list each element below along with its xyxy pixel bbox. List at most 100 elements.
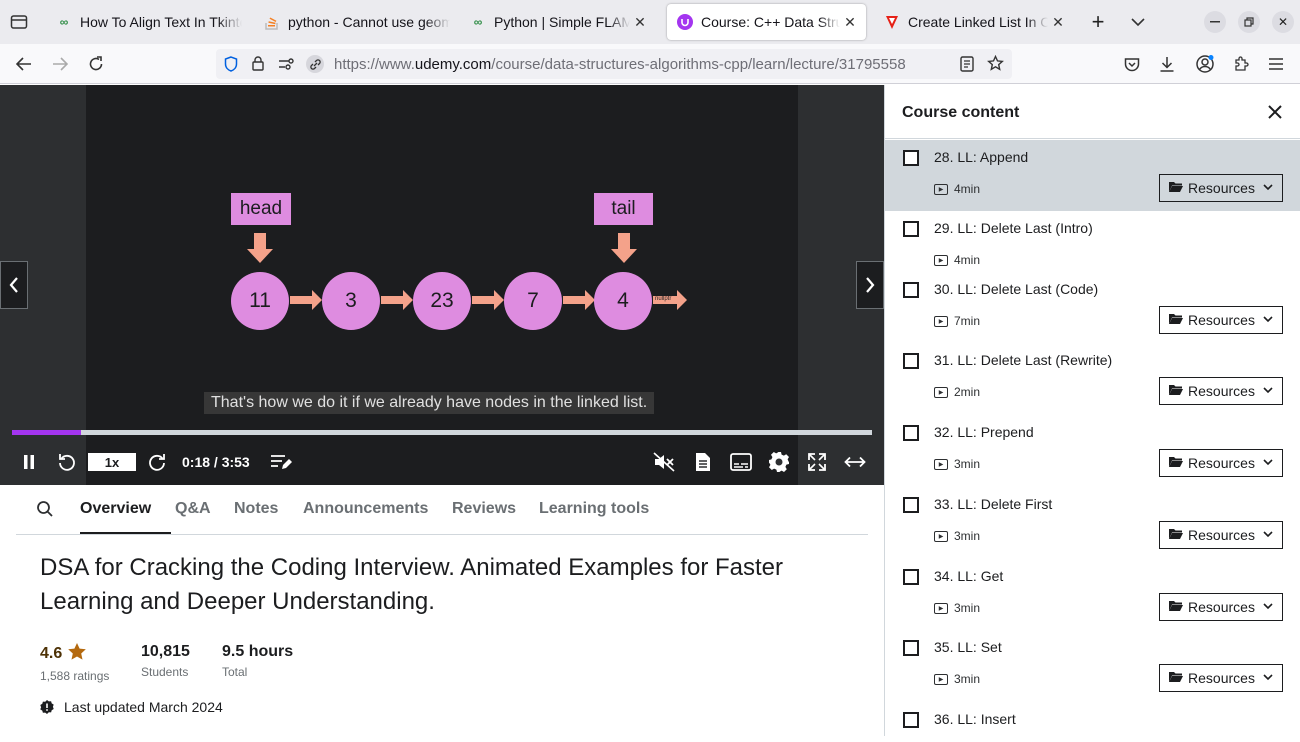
lecture-item[interactable]: 35. LL: Set ▶ 3min Resources — [885, 630, 1300, 702]
add-note-icon[interactable] — [269, 447, 293, 477]
close-tab-icon[interactable]: ✕ — [630, 14, 650, 31]
chevron-down-icon — [1263, 458, 1273, 469]
permissions-icon[interactable] — [278, 57, 294, 76]
resources-dropdown[interactable]: Resources — [1159, 521, 1283, 549]
close-window-icon[interactable]: ✕ — [1272, 11, 1294, 33]
duration-text: 4min — [954, 182, 981, 196]
volume-muted-icon[interactable] — [652, 447, 676, 477]
resources-dropdown[interactable]: Resources — [1159, 593, 1283, 621]
bookmark-star-icon[interactable] — [987, 54, 1004, 77]
lecture-title[interactable]: 31. LL: Delete Last (Rewrite) — [934, 352, 1112, 368]
folder-open-icon — [1169, 313, 1184, 328]
linked-list-node: 3 — [322, 272, 380, 330]
rewind-icon[interactable] — [55, 447, 79, 477]
close-icon[interactable] — [1263, 100, 1287, 124]
lecture-checkbox[interactable] — [903, 569, 919, 585]
menu-icon[interactable] — [1262, 50, 1290, 78]
reload-icon[interactable] — [82, 50, 110, 78]
lecture-title[interactable]: 29. LL: Delete Last (Intro) — [934, 220, 1093, 236]
lecture-checkbox[interactable] — [903, 497, 919, 513]
lecture-checkbox[interactable] — [903, 282, 919, 298]
ratings-count[interactable]: 1,588 ratings — [40, 669, 109, 683]
resources-dropdown[interactable]: Resources — [1159, 306, 1283, 334]
lecture-title[interactable]: 30. LL: Delete Last (Code) — [934, 281, 1098, 297]
next-lecture-button[interactable] — [856, 261, 884, 309]
tab-title: How To Align Text In Tkinter Label — [80, 14, 242, 30]
browser-tab[interactable]: ∞ How To Align Text In Tkinter Label — [46, 4, 242, 40]
pause-icon[interactable] — [18, 447, 40, 477]
download-icon[interactable] — [1153, 50, 1181, 78]
linked-list-node: 11 — [231, 272, 289, 330]
video-player[interactable]: head tail 11 3 23 7 4 nullptr That's how… — [0, 85, 884, 485]
previous-lecture-button[interactable] — [0, 261, 28, 309]
tab-reviews[interactable]: Reviews — [452, 500, 516, 518]
lecture-title[interactable]: 28. LL: Append — [934, 149, 1028, 165]
lecture-checkbox[interactable] — [903, 353, 919, 369]
playback-speed-button[interactable]: 1x — [88, 453, 136, 471]
lecture-title[interactable]: 34. LL: Get — [934, 568, 1003, 584]
lecture-title[interactable]: 32. LL: Prepend — [934, 424, 1034, 440]
forward-icon[interactable] — [46, 50, 74, 78]
resources-dropdown[interactable]: Resources — [1159, 664, 1283, 692]
resources-dropdown[interactable]: Resources — [1159, 377, 1283, 405]
resources-dropdown[interactable]: Resources — [1159, 449, 1283, 477]
shield-icon[interactable] — [224, 56, 238, 77]
tab-qa[interactable]: Q&A — [175, 500, 211, 518]
resources-label: Resources — [1188, 455, 1255, 471]
new-tab-icon[interactable]: + — [1086, 9, 1110, 34]
lecture-checkbox[interactable] — [903, 150, 919, 166]
lock-icon[interactable] — [252, 56, 264, 76]
reader-view-icon[interactable] — [960, 56, 974, 77]
rating-value: 4.6 — [40, 645, 63, 662]
resources-label: Resources — [1188, 312, 1255, 328]
lecture-item[interactable]: 31. LL: Delete Last (Rewrite) ▶ 2min Resour… — [885, 343, 1300, 415]
progress-fill — [12, 430, 81, 435]
resources-dropdown[interactable]: Resources — [1159, 174, 1283, 202]
fullscreen-icon[interactable] — [806, 447, 828, 477]
chevron-down-icon[interactable] — [1127, 11, 1149, 33]
close-tab-icon[interactable]: ✕ — [840, 14, 860, 31]
video-progress-bar[interactable] — [12, 430, 872, 435]
lecture-title[interactable]: 36. LL: Insert — [934, 711, 1016, 727]
transcript-icon[interactable] — [692, 447, 714, 477]
tab-list-icon[interactable] — [8, 12, 30, 32]
lecture-item[interactable]: 33. LL: Delete First ▶ 3min Resources — [885, 487, 1300, 559]
browser-tab[interactable]: python - Cannot use geometry manager — [254, 4, 450, 40]
pocket-icon[interactable] — [1118, 50, 1146, 78]
back-icon[interactable] — [10, 50, 38, 78]
browser-tab[interactable]: Create Linked List In C++ ✕ — [874, 4, 1074, 40]
account-icon[interactable] — [1191, 50, 1219, 78]
url-bar[interactable]: https://www.udemy.com/course/data-struct… — [216, 49, 1012, 79]
lecture-checkbox[interactable] — [903, 425, 919, 441]
lecture-slide: head tail 11 3 23 7 4 nullptr — [86, 85, 798, 485]
close-tab-icon[interactable]: ✕ — [1048, 14, 1068, 31]
search-icon[interactable] — [36, 500, 54, 523]
lecture-item[interactable]: 36. LL: Insert — [885, 702, 1300, 742]
lecture-duration: ▶ 3min — [934, 529, 980, 543]
tab-overview[interactable]: Overview — [80, 500, 151, 518]
tab-learning-tools[interactable]: Learning tools — [539, 500, 649, 518]
tab-announcements[interactable]: Announcements — [303, 500, 428, 518]
extensions-icon[interactable] — [1227, 50, 1255, 78]
forward-icon[interactable] — [145, 447, 169, 477]
settings-gear-icon[interactable] — [767, 447, 791, 477]
lecture-item[interactable]: 29. LL: Delete Last (Intro) ▶ 4min — [885, 211, 1300, 272]
lecture-item[interactable]: 32. LL: Prepend ▶ 3min Resources — [885, 415, 1300, 487]
lecture-checkbox[interactable] — [903, 712, 919, 728]
captions-icon[interactable] — [729, 447, 753, 477]
restore-icon[interactable] — [1238, 11, 1260, 33]
lecture-item[interactable]: 34. LL: Get ▶ 3min Resources — [885, 559, 1300, 630]
lecture-checkbox[interactable] — [903, 221, 919, 237]
resources-label: Resources — [1188, 383, 1255, 399]
lecture-title[interactable]: 33. LL: Delete First — [934, 496, 1052, 512]
lecture-item[interactable]: 30. LL: Delete Last (Code) ▶ 7min Resources — [885, 272, 1300, 343]
lecture-title[interactable]: 35. LL: Set — [934, 639, 1002, 655]
lecture-item-active[interactable]: 28. LL: Append ▶ 4min Resources — [885, 140, 1300, 211]
tab-notes[interactable]: Notes — [234, 500, 278, 518]
browser-tab[interactable]: ∞ Python | Simple FLAMES game ✕ — [460, 4, 656, 40]
link-icon[interactable] — [306, 55, 324, 73]
lecture-checkbox[interactable] — [903, 640, 919, 656]
expand-width-icon[interactable] — [843, 447, 867, 477]
minimize-icon[interactable] — [1204, 11, 1226, 33]
browser-tab-active[interactable]: Course: C++ Data Structures ✕ — [667, 4, 866, 40]
